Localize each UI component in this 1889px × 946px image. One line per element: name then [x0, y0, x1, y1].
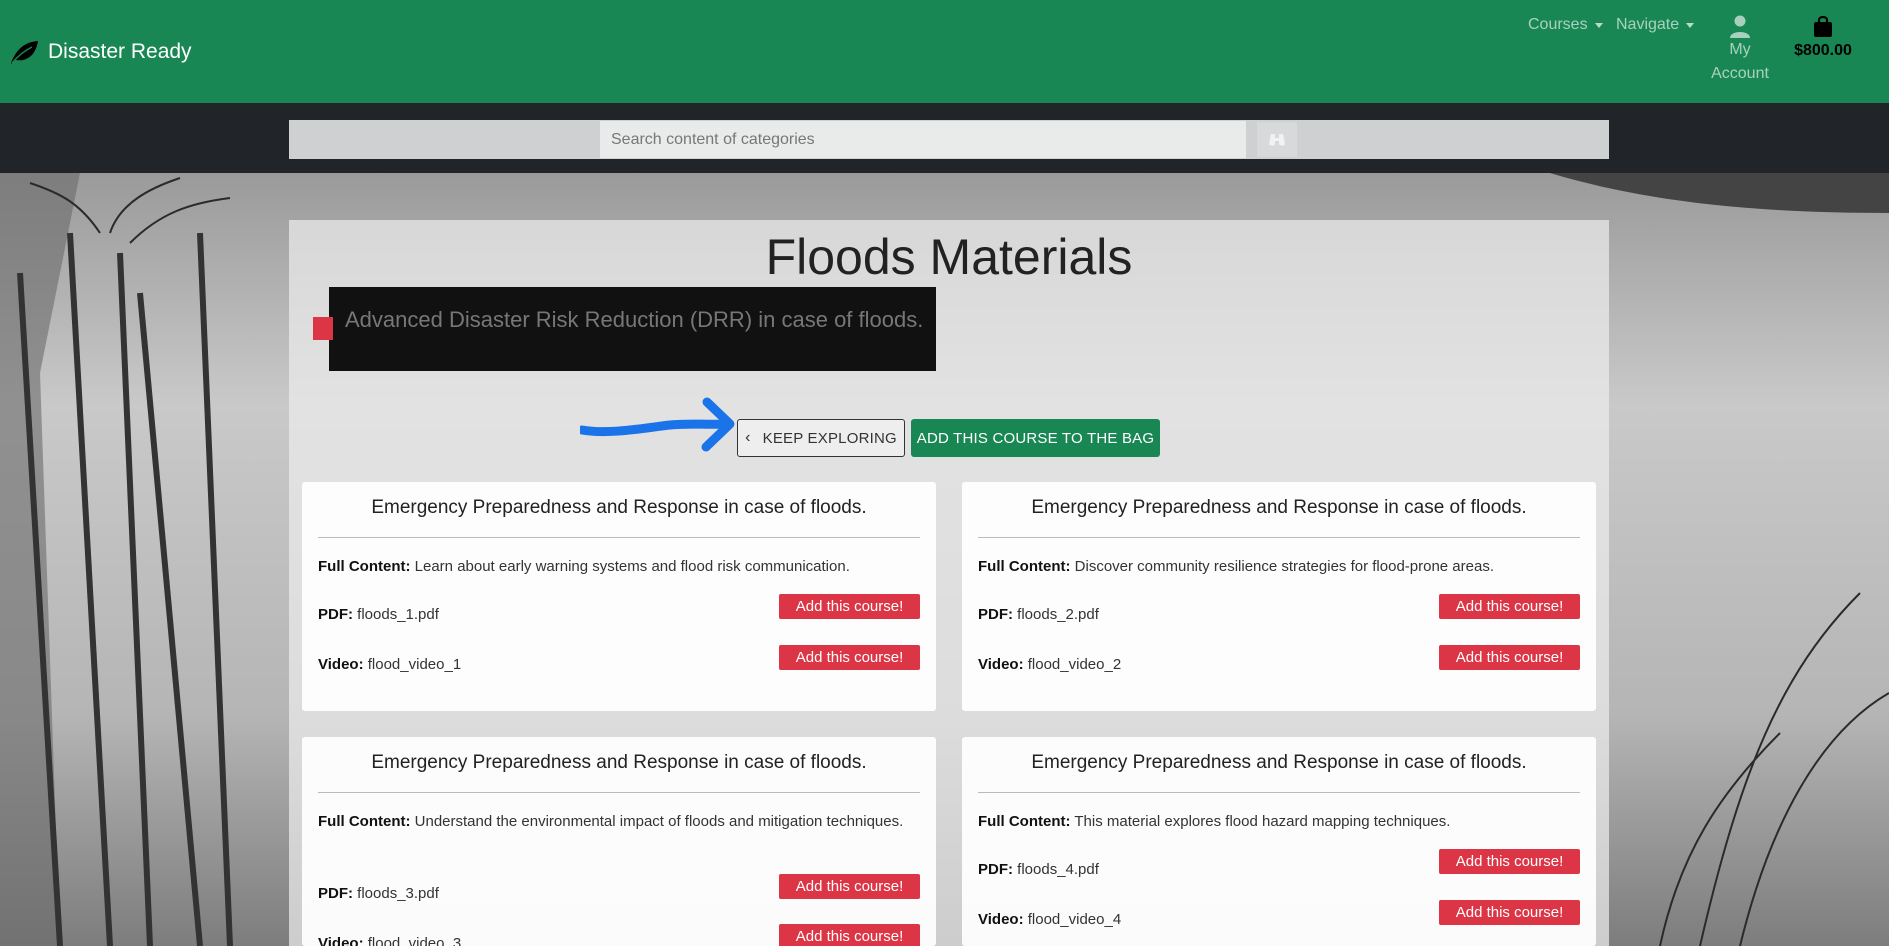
add-video-button[interactable]: Add this course! — [779, 924, 920, 946]
leaf-icon — [11, 41, 38, 64]
pdf-file: floods_1.pdf — [357, 606, 439, 623]
card-content: Full Content: Understand the environment… — [318, 810, 918, 834]
video-label: Video: — [978, 911, 1024, 928]
pdf-label: PDF: — [978, 606, 1013, 623]
course-card: Emergency Preparedness and Response in c… — [962, 482, 1596, 711]
pdf-label: PDF: — [978, 861, 1013, 878]
card-content: Full Content: This material explores flo… — [978, 810, 1578, 834]
pdf-label: PDF: — [318, 885, 353, 902]
pdf-file: floods_4.pdf — [1017, 861, 1099, 878]
add-pdf-button[interactable]: Add this course! — [779, 594, 920, 619]
account-line1: My — [1729, 41, 1751, 58]
add-video-button[interactable]: Add this course! — [779, 645, 920, 670]
chevron-down-icon — [1686, 22, 1695, 28]
chevron-down-icon — [1594, 22, 1603, 28]
course-card: Emergency Preparedness and Response in c… — [302, 737, 936, 946]
add-video-button[interactable]: Add this course! — [1439, 900, 1580, 925]
pdf-row: PDF: floods_1.pdf — [318, 606, 439, 623]
brand-name: Disaster Ready — [48, 40, 192, 63]
keep-exploring-label: KEEP EXPLORING — [762, 429, 897, 447]
pdf-file: floods_2.pdf — [1017, 606, 1099, 623]
video-file: flood_video_4 — [1027, 911, 1122, 928]
page-title: Floods Materials — [765, 229, 1133, 285]
video-label: Video: — [318, 656, 364, 673]
annotation-arrow-icon — [580, 397, 735, 452]
divider — [978, 537, 1580, 538]
content-label: Full Content: — [978, 558, 1071, 575]
pdf-row: PDF: floods_3.pdf — [318, 885, 439, 902]
content-text: This material explores flood hazard mapp… — [1074, 813, 1451, 830]
add-video-button[interactable]: Add this course! — [1439, 645, 1580, 670]
divider — [978, 792, 1580, 793]
search-input[interactable] — [600, 121, 1246, 158]
keep-exploring-button[interactable]: ‹ KEEP EXPLORING — [737, 419, 905, 457]
video-row: Video: flood_video_3 — [318, 935, 461, 946]
page-subtitle: Advanced Disaster Risk Reduction (DRR) i… — [345, 307, 924, 332]
card-content: Full Content: Discover community resilie… — [978, 555, 1578, 579]
card-content: Full Content: Learn about early warning … — [318, 555, 918, 579]
my-account-link[interactable]: My Account — [1705, 14, 1775, 86]
video-row: Video: flood_video_2 — [978, 656, 1121, 673]
binoculars-icon — [1269, 133, 1285, 145]
card-title: Emergency Preparedness and Response in c… — [1031, 752, 1527, 773]
card-title: Emergency Preparedness and Response in c… — [371, 497, 867, 518]
add-course-to-bag-button[interactable]: ADD THIS COURSE TO THE BAG — [911, 419, 1160, 457]
pdf-row: PDF: floods_2.pdf — [978, 606, 1099, 623]
cart-total: $800.00 — [1794, 42, 1852, 59]
top-navbar: Disaster Ready Courses Navigate My Accou… — [0, 0, 1889, 103]
content-label: Full Content: — [318, 813, 411, 830]
content-label: Full Content: — [978, 813, 1071, 830]
video-row: Video: flood_video_4 — [978, 911, 1121, 928]
search-button[interactable] — [1257, 122, 1297, 157]
divider — [318, 792, 920, 793]
video-label: Video: — [318, 935, 364, 946]
video-file: flood_video_2 — [1027, 656, 1122, 673]
courses-dropdown[interactable]: Courses — [1528, 16, 1603, 34]
card-title: Emergency Preparedness and Response in c… — [1031, 497, 1527, 518]
add-pdf-button[interactable]: Add this course! — [1439, 849, 1580, 874]
add-pdf-button[interactable]: Add this course! — [1439, 594, 1580, 619]
navigate-label: Navigate — [1616, 16, 1680, 33]
content-text: Discover community resilience strategies… — [1074, 558, 1494, 575]
course-card: Emergency Preparedness and Response in c… — [302, 482, 936, 711]
pdf-label: PDF: — [318, 606, 353, 623]
bag-icon — [1814, 15, 1832, 37]
subtitle-accent — [313, 317, 333, 340]
course-card: Emergency Preparedness and Response in c… — [962, 737, 1596, 946]
pdf-row: PDF: floods_4.pdf — [978, 861, 1099, 878]
video-row: Video: flood_video_1 — [318, 656, 461, 673]
add-pdf-button[interactable]: Add this course! — [779, 874, 920, 899]
video-file: flood_video_1 — [367, 656, 462, 673]
courses-label: Courses — [1528, 16, 1588, 33]
chevron-left-icon: ‹ — [745, 429, 751, 446]
brand-link[interactable]: Disaster Ready — [8, 36, 192, 68]
cart-link[interactable]: $800.00 — [1790, 14, 1856, 60]
content-text: Understand the environmental impact of f… — [414, 813, 904, 830]
video-file: flood_video_3 — [367, 935, 462, 946]
search-bar — [0, 103, 1889, 173]
navigate-dropdown[interactable]: Navigate — [1616, 16, 1695, 34]
add-course-label: ADD THIS COURSE TO THE BAG — [916, 429, 1155, 447]
account-line2: Account — [1711, 65, 1769, 82]
card-title: Emergency Preparedness and Response in c… — [371, 752, 867, 773]
divider — [318, 537, 920, 538]
content-label: Full Content: — [318, 558, 411, 575]
user-icon — [1730, 15, 1750, 38]
pdf-file: floods_3.pdf — [357, 885, 439, 902]
search-container — [289, 120, 1609, 159]
video-label: Video: — [978, 656, 1024, 673]
content-text: Learn about early warning systems and fl… — [414, 558, 850, 575]
